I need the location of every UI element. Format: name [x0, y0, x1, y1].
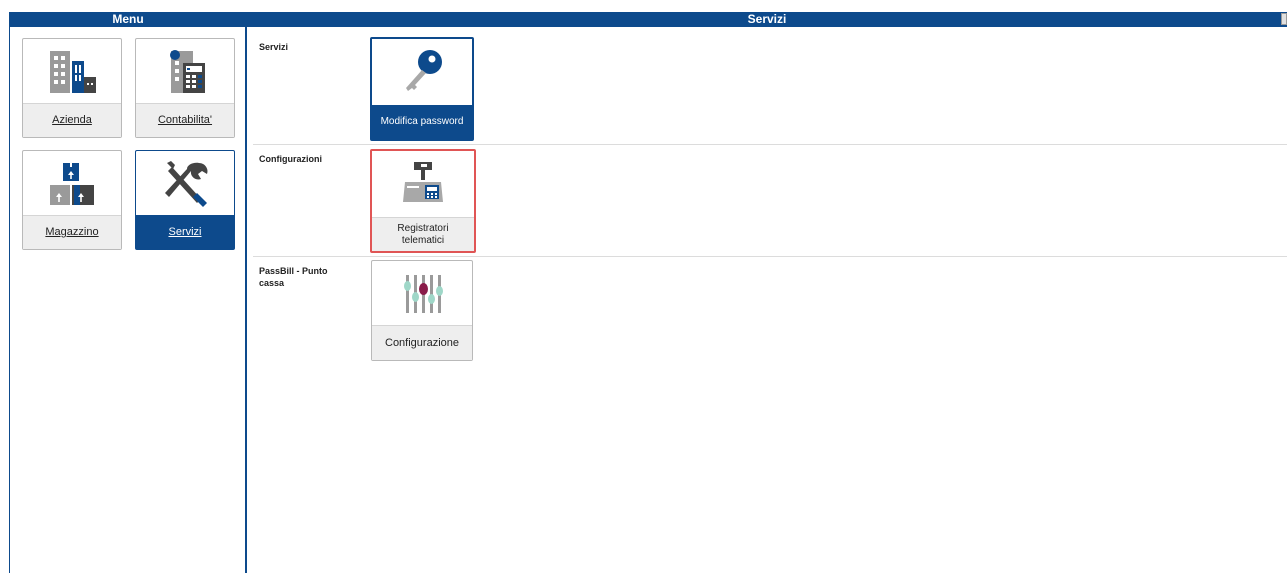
menu-item-label: Magazzino [23, 215, 121, 249]
key-icon [372, 39, 472, 105]
section-divider [253, 256, 1287, 257]
configurazione-button[interactable]: Configurazione [371, 260, 473, 361]
calculator-icon [136, 39, 234, 105]
section-label-servizi: Servizi [259, 42, 289, 52]
app-window: Menu Azienda Contabilita' Magazzino Serv… [0, 0, 1287, 573]
menu-item-servizi[interactable]: Servizi [135, 150, 235, 250]
modifica-password-button[interactable]: Modifica password [370, 37, 474, 141]
menu-item-azienda[interactable]: Azienda [22, 38, 122, 138]
menu-item-label: Servizi [136, 215, 234, 249]
sliders-icon [372, 261, 472, 327]
building-icon [23, 39, 121, 105]
menu-item-label: Contabilita' [136, 103, 234, 137]
servizi-title: Servizi [247, 12, 1287, 27]
tools-icon [136, 151, 234, 217]
tile-label: Configurazione [372, 325, 472, 360]
servizi-body: Servizi Modifica password Configurazioni [247, 27, 1287, 573]
boxes-icon [23, 151, 121, 217]
section-label-configurazioni: Configurazioni [259, 154, 322, 164]
menu-body: Azienda Contabilita' Magazzino Servizi [9, 27, 247, 573]
resize-handle[interactable] [1281, 13, 1287, 25]
section-divider [253, 144, 1287, 145]
menu-item-contabilita[interactable]: Contabilita' [135, 38, 235, 138]
section-label-passbill: PassBill - Punto cassa [259, 266, 328, 288]
cash-register-icon [372, 151, 474, 217]
menu-panel: Menu Azienda Contabilita' Magazzino Serv… [9, 12, 247, 573]
menu-item-label: Azienda [23, 103, 121, 137]
tile-label: Modifica password [372, 105, 472, 139]
registratori-telematici-button[interactable]: Registratori telematici [370, 149, 476, 253]
menu-item-magazzino[interactable]: Magazzino [22, 150, 122, 250]
menu-title: Menu [9, 12, 247, 27]
servizi-panel: Servizi Servizi Modifica password Config… [247, 12, 1287, 573]
tile-label: Registratori telematici [372, 217, 474, 251]
